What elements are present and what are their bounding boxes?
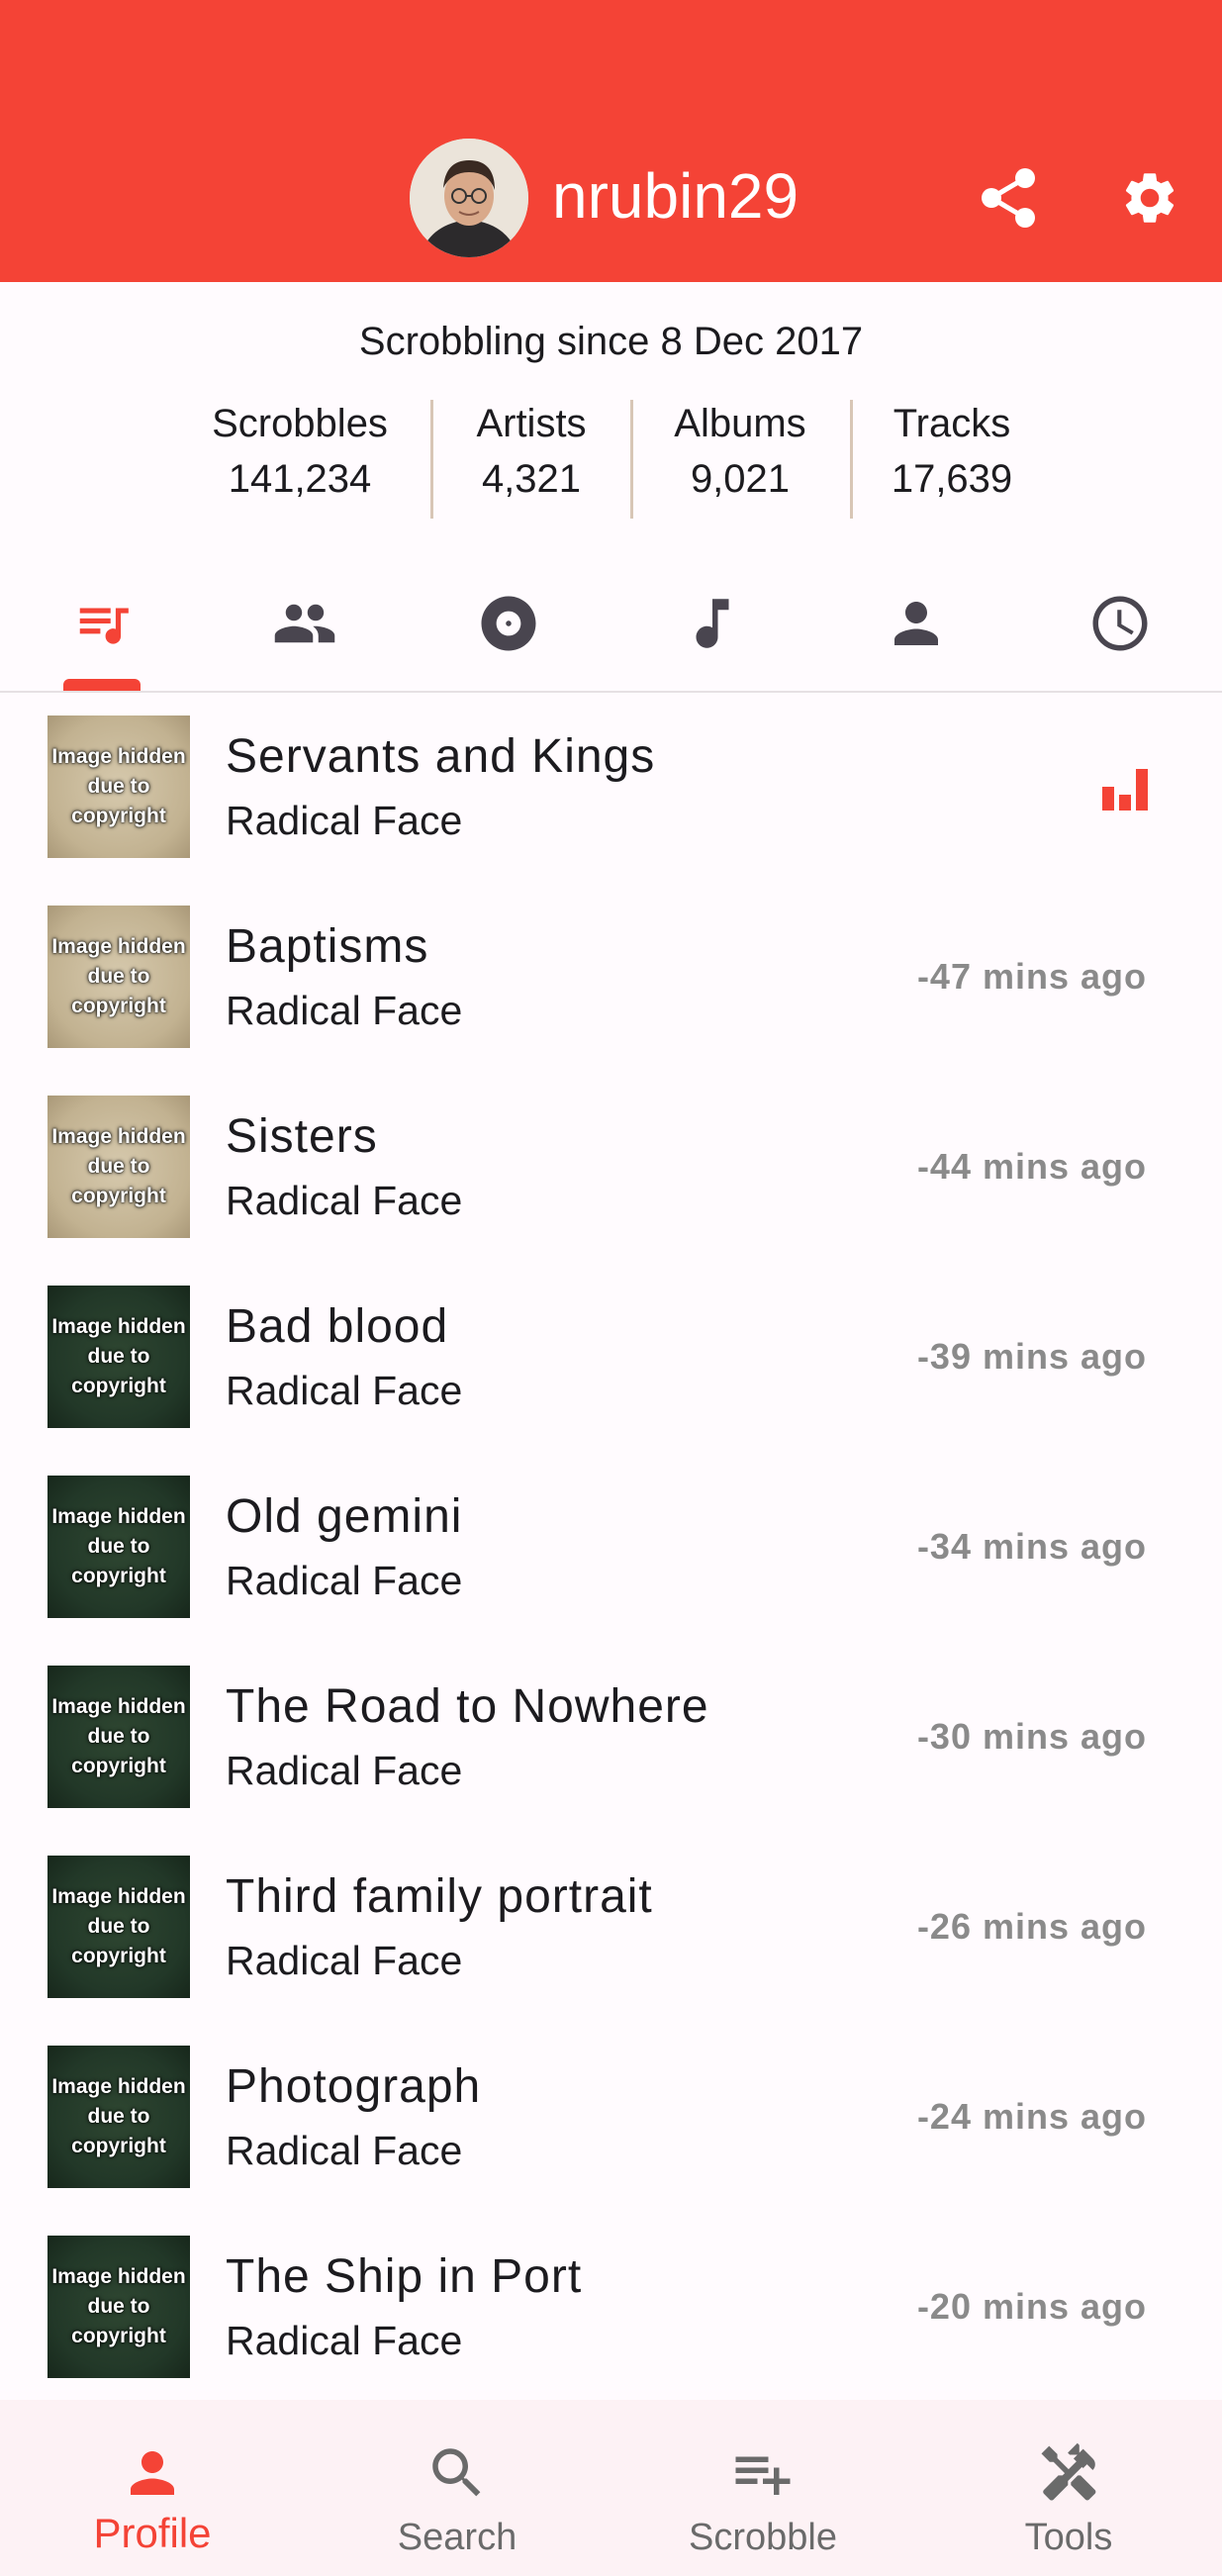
scrobble-time: -20 mins ago <box>916 2286 1147 2327</box>
scrobble-time: -26 mins ago <box>916 1906 1147 1947</box>
album-art-placeholder: Image hidden due to copyright <box>47 716 190 858</box>
stat-label: Albums <box>674 402 806 445</box>
track-title: Sisters <box>226 1110 378 1163</box>
list-item[interactable]: Image hidden due to copyright The Road t… <box>0 1648 1222 1838</box>
scrobble-time: -34 mins ago <box>916 1526 1147 1567</box>
stat-scrobbles: Scrobbles 141,234 <box>198 396 402 507</box>
track-artist: Radical Face <box>226 1178 463 1223</box>
playlist-add-icon <box>735 2456 791 2495</box>
clock-icon <box>1092 596 1148 651</box>
stat-divider <box>430 400 433 519</box>
stat-value: 4,321 <box>481 457 582 501</box>
nav-label: Tools <box>1024 2517 1113 2558</box>
stat-divider <box>850 400 853 519</box>
nav-profile[interactable]: Profile <box>0 2400 305 2576</box>
track-title: Old gemini <box>226 1490 463 1543</box>
avatar[interactable] <box>410 139 528 257</box>
stat-value: 141,234 <box>228 457 372 501</box>
scrobbling-since: Scrobbling since 8 Dec 2017 <box>358 320 864 363</box>
list-item[interactable]: Image hidden due to copyright The Ship i… <box>0 2218 1222 2408</box>
settings-button[interactable] <box>1110 158 1189 238</box>
list-item[interactable]: Image hidden due to copyright Sisters Ra… <box>0 1078 1222 1268</box>
track-artist: Radical Face <box>226 2128 463 2173</box>
scrobble-time: -44 mins ago <box>916 1146 1147 1187</box>
tab-scrobbles[interactable] <box>63 584 142 663</box>
album-art-placeholder: Image hidden due to copyright <box>47 2046 190 2188</box>
track-title: Bad blood <box>226 1300 449 1353</box>
track-artist: Radical Face <box>226 2318 463 2363</box>
list-item[interactable]: Image hidden due to copyright Third fami… <box>0 1838 1222 2028</box>
list-item[interactable]: Image hidden due to copyright Photograph… <box>0 2028 1222 2218</box>
stat-divider <box>630 400 633 519</box>
username: nrubin29 <box>552 160 799 232</box>
track-title: The Ship in Port <box>226 2250 583 2303</box>
person-icon <box>894 602 938 645</box>
track-artist: Radical Face <box>226 988 463 1033</box>
album-icon <box>481 596 536 651</box>
nav-label: Search <box>397 2517 517 2558</box>
album-art-placeholder: Image hidden due to copyright <box>47 1096 190 1238</box>
scrobble-time: -39 mins ago <box>916 1336 1147 1377</box>
nav-search[interactable]: Search <box>305 2400 610 2576</box>
list-item[interactable]: Image hidden due to copyright Baptisms R… <box>0 888 1222 1078</box>
tab-albums[interactable] <box>469 584 548 663</box>
album-art-placeholder: Image hidden due to copyright <box>47 1856 190 1998</box>
share-icon <box>982 168 1035 228</box>
search-icon <box>432 2448 481 2497</box>
tab-history[interactable] <box>1081 584 1160 663</box>
track-title: Baptisms <box>226 920 429 973</box>
tab-tracks[interactable] <box>673 584 752 663</box>
tab-artists[interactable] <box>265 584 344 663</box>
track-artist: Radical Face <box>226 1368 463 1413</box>
track-title: The Road to Nowhere <box>226 1680 709 1733</box>
track-artist: Radical Face <box>226 1558 463 1603</box>
queue-music-icon <box>79 608 129 644</box>
list-item[interactable]: Image hidden due to copyright Servants a… <box>0 698 1222 888</box>
track-artist: Radical Face <box>226 798 463 843</box>
track-title: Third family portrait <box>226 1870 653 1923</box>
stat-tracks: Tracks 17,639 <box>871 396 1033 507</box>
track-artist: Radical Face <box>226 1938 463 1983</box>
music-note-icon <box>696 599 729 648</box>
scrobble-time: -47 mins ago <box>916 956 1147 997</box>
selected-tab-indicator <box>63 679 141 691</box>
stat-label: Scrobbles <box>212 402 388 445</box>
album-art-placeholder: Image hidden due to copyright <box>47 2236 190 2378</box>
gear-icon <box>1125 173 1175 223</box>
share-button[interactable] <box>970 158 1049 238</box>
person-icon <box>131 2451 174 2495</box>
people-icon <box>274 604 335 643</box>
list-item[interactable]: Image hidden due to copyright Old gemini… <box>0 1458 1222 1648</box>
stats-row: Scrobbles 141,234 Artists 4,321 Albums 9… <box>0 396 1222 525</box>
profile-tab-bar <box>0 554 1222 693</box>
nav-tools[interactable]: Tools <box>916 2400 1221 2576</box>
nav-label: Scrobble <box>689 2517 837 2558</box>
stat-label: Tracks <box>893 402 1011 445</box>
track-artist: Radical Face <box>226 1748 463 1793</box>
album-art-placeholder: Image hidden due to copyright <box>47 1476 190 1618</box>
nav-label: Profile <box>93 2510 212 2556</box>
stat-artists: Artists 4,321 <box>450 396 612 507</box>
tools-icon <box>1041 2442 1096 2501</box>
bottom-navigation: Profile Search Scrobble Tools <box>0 2400 1222 2576</box>
album-art-placeholder: Image hidden due to copyright <box>47 1286 190 1428</box>
track-title: Servants and Kings <box>226 730 656 783</box>
album-art-placeholder: Image hidden due to copyright <box>47 906 190 1048</box>
list-item[interactable]: Image hidden due to copyright Bad blood … <box>0 1268 1222 1458</box>
now-playing-icon <box>1102 769 1148 811</box>
scrobble-time: -30 mins ago <box>916 1716 1147 1757</box>
album-art-placeholder: Image hidden due to copyright <box>47 1666 190 1808</box>
scrobble-time: -24 mins ago <box>916 2096 1147 2137</box>
app-bar: nrubin29 <box>0 0 1222 282</box>
stat-label: Artists <box>476 402 587 445</box>
stat-value: 9,021 <box>690 457 791 501</box>
stat-albums: Albums 9,021 <box>648 396 832 507</box>
nav-scrobble[interactable]: Scrobble <box>611 2400 915 2576</box>
tab-friends[interactable] <box>877 584 956 663</box>
track-title: Photograph <box>226 2060 482 2113</box>
stat-value: 17,639 <box>891 457 1013 501</box>
